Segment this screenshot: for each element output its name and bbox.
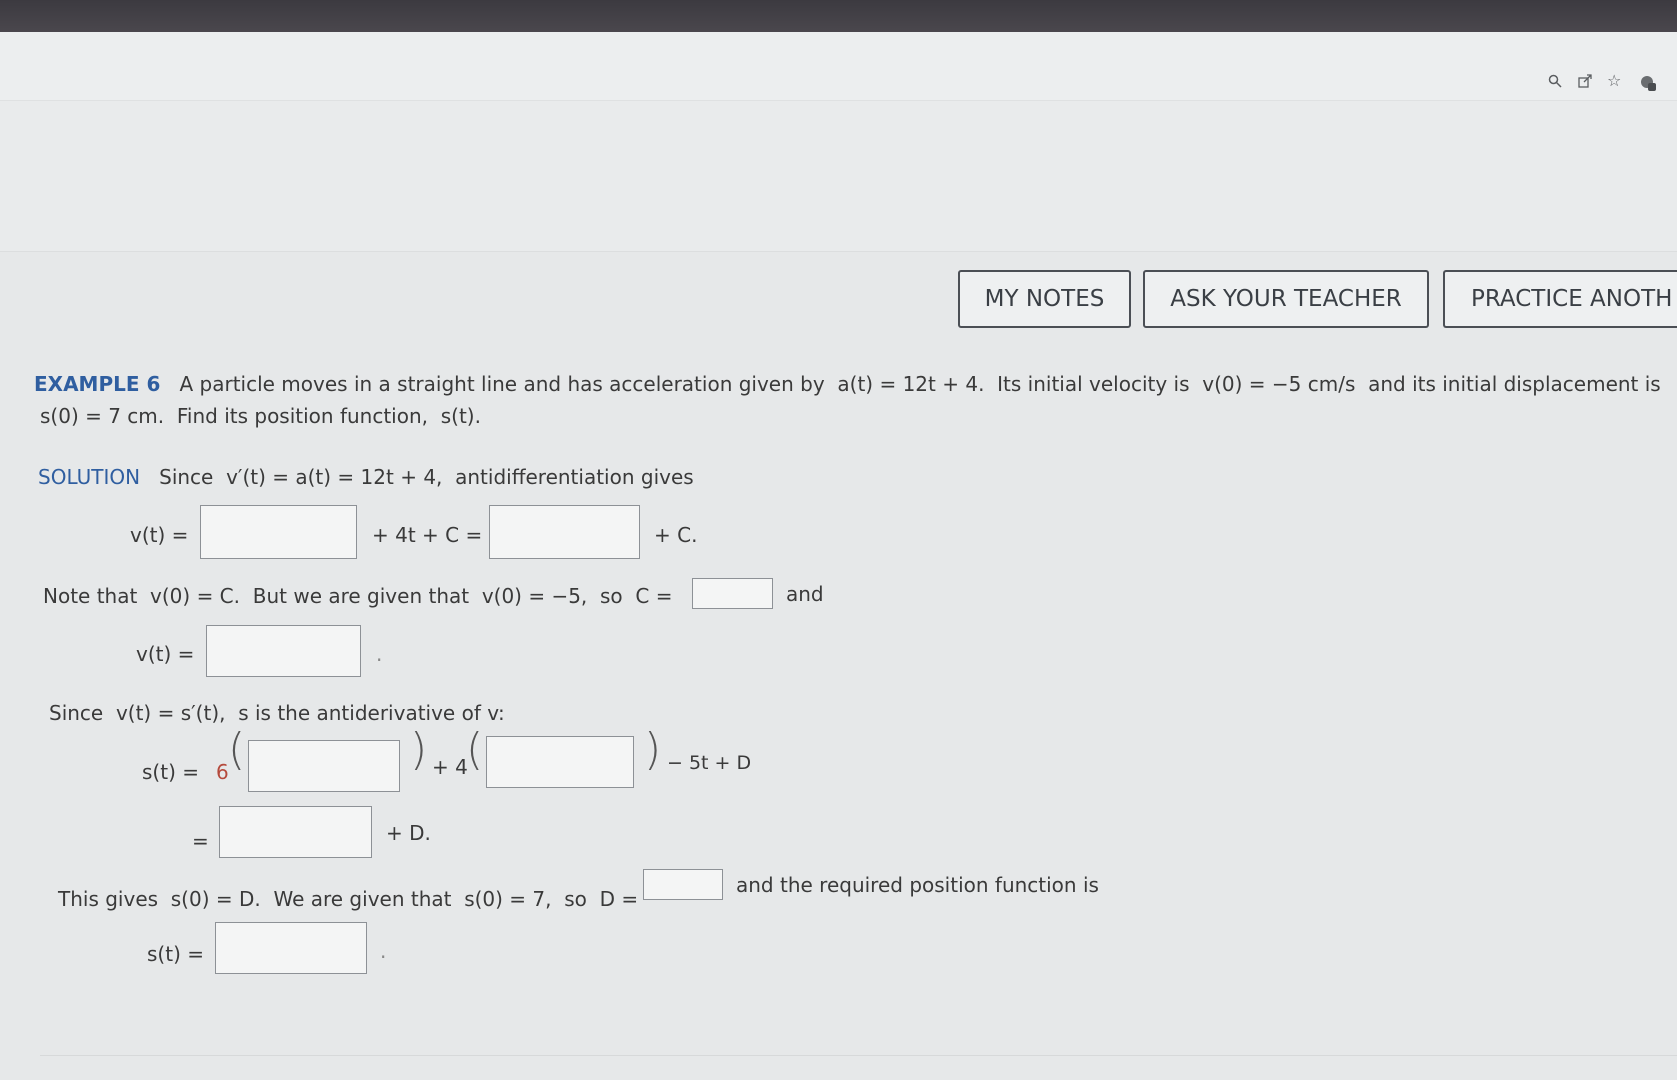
browser-toolbar — [0, 32, 1677, 101]
zoom-icon[interactable] — [1548, 74, 1562, 92]
gives-expression: s(0) = D. — [170, 887, 261, 911]
my-notes-button[interactable]: MY NOTES — [958, 270, 1131, 328]
example-statement-line2: s(0) = 7 cm. Find its position function,… — [40, 404, 481, 428]
example-text-1: A particle moves in a straight line and … — [179, 372, 825, 396]
practice-another-button[interactable]: PRACTICE ANOTH — [1443, 270, 1677, 328]
open-paren-2: ( — [466, 724, 484, 775]
note-so: so — [600, 584, 623, 608]
note-expression: v(0) = C. — [150, 584, 241, 608]
plus-c: + C. — [654, 523, 698, 547]
vt-antiderivative-input-2[interactable] — [489, 505, 640, 559]
example-text-2: Its initial velocity is — [997, 372, 1190, 396]
period-2: . — [380, 939, 387, 963]
star-icon[interactable]: ☆ — [1607, 71, 1621, 90]
since-2-tail: s is the antiderivative of v: — [238, 701, 505, 725]
s0-expression: s(0) = 7 cm. — [40, 404, 165, 428]
st-simplified-input[interactable] — [219, 806, 372, 858]
since-2-line: Since v(t) = s′(t), s is the antiderivat… — [49, 701, 505, 725]
section-divider — [40, 1055, 1677, 1056]
note-and: and — [786, 582, 824, 606]
accel-expression: a(t) = 12t + 4. — [837, 372, 985, 396]
gives-d-equals: D = — [599, 887, 639, 911]
st-antiderivative-input-2[interactable] — [486, 736, 634, 788]
vt-final-input[interactable] — [206, 625, 361, 677]
period-1: . — [376, 642, 383, 666]
example-label: EXAMPLE 6 — [34, 372, 161, 396]
vt-label-1: v(t) = — [130, 523, 189, 547]
extension-icon[interactable] — [1639, 74, 1657, 96]
c-value-input[interactable] — [692, 578, 773, 609]
window-top-bar — [0, 0, 1677, 32]
v0-expression: v(0) = −5 cm/s — [1202, 372, 1356, 396]
st-expression: s(t). — [440, 404, 481, 428]
equals-sign: = — [192, 829, 209, 853]
gives-text-1: This gives — [58, 887, 159, 911]
gives-text-2: We are given that — [273, 887, 452, 911]
vt-label-2: v(t) = — [136, 642, 195, 666]
plus-d: + D. — [386, 821, 431, 845]
example-statement: EXAMPLE 6 A particle moves in a straight… — [34, 372, 1661, 396]
since-2-expression: v(t) = s′(t), — [115, 701, 226, 725]
plus-4t-c: + 4t + C = — [372, 523, 483, 547]
solution-line: SOLUTION Since v′(t) = a(t) = 12t + 4, a… — [38, 465, 694, 489]
close-paren-1: ) — [410, 724, 428, 775]
note-line: Note that v(0) = C. But we are given tha… — [43, 584, 672, 608]
solution-label: SOLUTION — [38, 465, 141, 489]
gives-line: This gives s(0) = D. We are given that s… — [58, 887, 638, 911]
note-c-equals: C = — [635, 584, 673, 608]
plus-4: + 4 — [432, 755, 468, 779]
share-icon[interactable] — [1578, 74, 1592, 92]
gives-expression-2: s(0) = 7, — [464, 887, 552, 911]
since-expression: v′(t) = a(t) = 12t + 4, — [226, 465, 443, 489]
coefficient-6: 6 — [216, 760, 229, 784]
note-text-2: But we are given that — [252, 584, 470, 608]
open-paren-1: ( — [228, 724, 246, 775]
d-value-input[interactable] — [643, 869, 723, 900]
vt-antiderivative-input-1[interactable] — [200, 505, 357, 559]
ask-your-teacher-button[interactable]: ASK YOUR TEACHER — [1143, 270, 1429, 328]
close-paren-2: ) — [644, 724, 662, 775]
st-final-input[interactable] — [215, 922, 367, 974]
gives-tail: and the required position function is — [736, 873, 1099, 897]
minus-5t-plus-d: − 5t + D — [667, 752, 752, 774]
st-antiderivative-input-1[interactable] — [248, 740, 400, 792]
gives-so: so — [564, 887, 587, 911]
st-label-1: s(t) = — [142, 760, 199, 784]
example-text-4: Find its position function, — [176, 404, 429, 428]
since-tail: antidifferentiation gives — [455, 465, 694, 489]
page-header-area — [0, 101, 1677, 252]
note-text-1: Note that — [43, 584, 138, 608]
example-text-3: and its initial displacement is — [1368, 372, 1661, 396]
since-text: Since — [159, 465, 214, 489]
note-expression-2: v(0) = −5, — [481, 584, 588, 608]
since-2-text: Since — [49, 701, 104, 725]
st-label-2: s(t) = — [147, 942, 204, 966]
